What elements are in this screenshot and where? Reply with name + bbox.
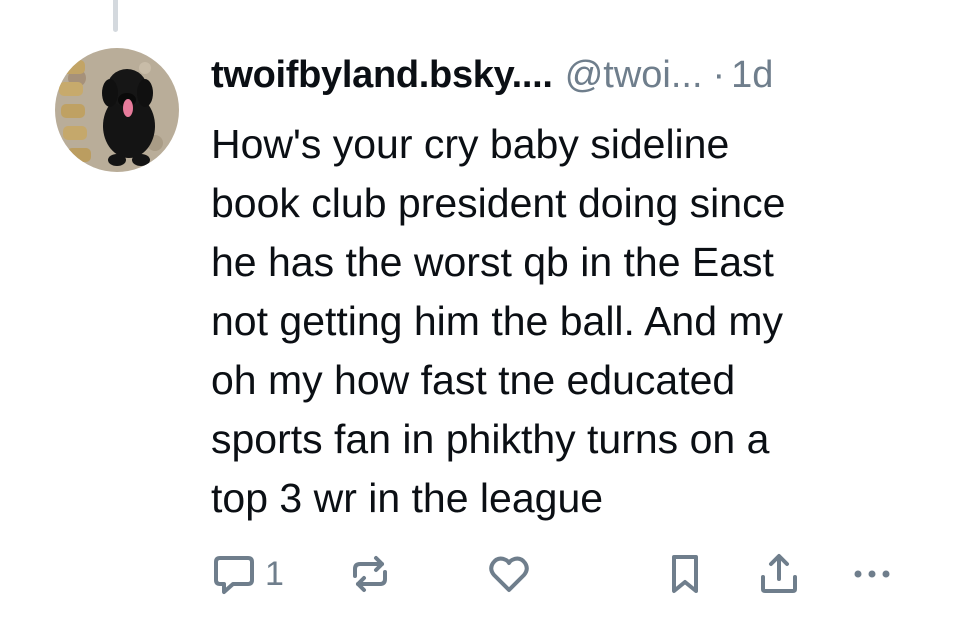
thread-line	[113, 0, 118, 32]
share-button[interactable]	[756, 548, 802, 600]
post-time[interactable]: 1d	[731, 54, 773, 96]
heart-icon	[486, 551, 532, 597]
repost-button[interactable]	[347, 548, 393, 600]
action-bar: 1	[211, 548, 911, 600]
like-button[interactable]	[486, 548, 532, 600]
author-handle[interactable]: @twoi...	[565, 54, 703, 96]
reply-button[interactable]: 1	[211, 548, 284, 600]
more-button[interactable]	[849, 548, 895, 600]
bookmark-icon	[662, 551, 708, 597]
more-icon	[849, 551, 895, 597]
reply-count: 1	[265, 554, 284, 593]
post-header: twoifbyland.bsky.... @twoi... · 1d	[211, 50, 931, 100]
repost-icon	[347, 551, 393, 597]
post: twoifbyland.bsky.... @twoi... · 1d How's yo…	[0, 0, 960, 631]
bookmark-button[interactable]	[662, 548, 708, 600]
avatar[interactable]	[55, 48, 179, 172]
reply-icon	[211, 551, 257, 597]
author-name[interactable]: twoifbyland.bsky....	[211, 54, 553, 96]
separator-dot: ·	[712, 54, 726, 96]
share-icon	[756, 551, 802, 597]
post-text: How's your cry baby sideline book club p…	[211, 121, 786, 521]
